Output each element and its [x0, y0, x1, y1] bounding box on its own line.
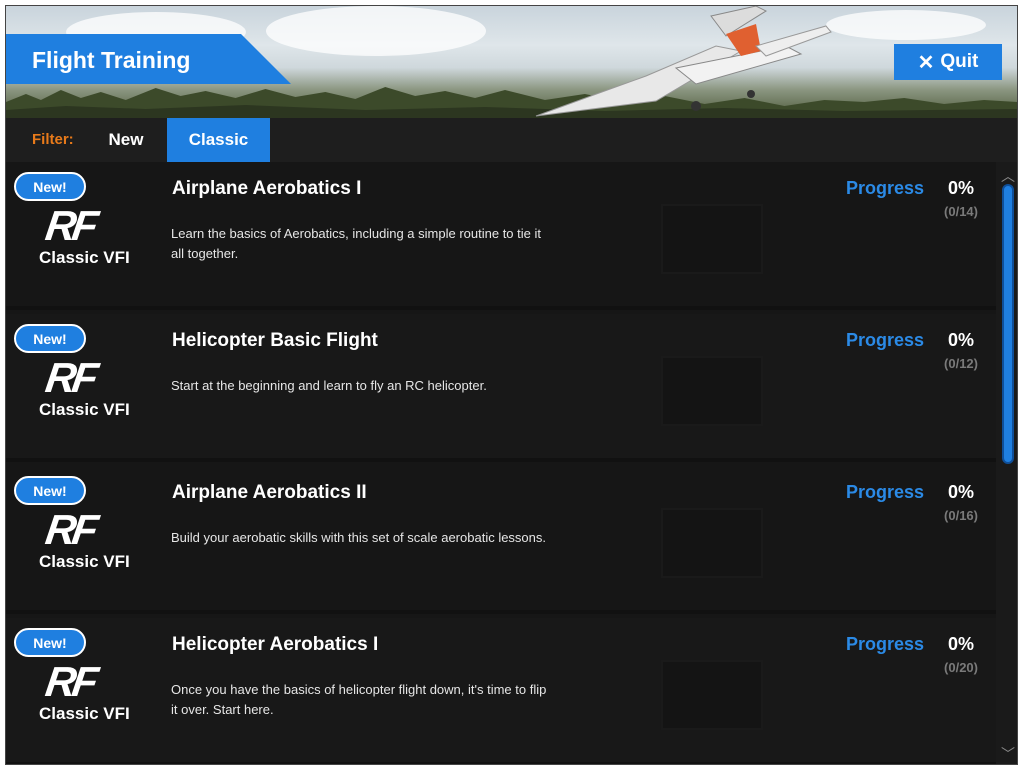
progress-count: (0/14) [944, 204, 978, 219]
chevron-up-icon[interactable]: ︿ [1001, 166, 1015, 186]
progress-label: Progress [846, 634, 925, 654]
course-description: Build your aerobatic skills with this se… [171, 530, 547, 545]
progress-count: (0/20) [944, 660, 978, 675]
new-badge: New! [14, 324, 86, 353]
course-description: Start at the beginning and learn to fly … [171, 378, 487, 393]
course-row[interactable]: New! RF Classic VFI Airplane Aerobatics … [6, 466, 996, 614]
course-list: New! RF Classic VFI Airplane Aerobatics … [6, 162, 996, 764]
progress-count: (0/12) [944, 356, 978, 371]
page-title-tab: Flight Training [6, 34, 291, 84]
filter-label: Filter: [32, 131, 74, 148]
course-description: Learn the basics of Aerobatics, includin… [171, 226, 541, 261]
course-thumbnail [661, 508, 763, 578]
quit-label: Quit [940, 51, 979, 72]
logo-subtitle: Classic VFI [39, 552, 130, 571]
airplane-image [535, 6, 832, 117]
progress-percent: 0% [948, 178, 975, 198]
tree-line-image [6, 87, 1017, 118]
progress-percent: 0% [948, 330, 975, 350]
rf-logo: RF [42, 354, 98, 401]
progress-percent: 0% [948, 634, 975, 654]
logo-subtitle: Classic VFI [39, 400, 130, 419]
course-thumbnail [661, 660, 763, 730]
progress-percent: 0% [948, 482, 975, 502]
course-title: Airplane Aerobatics I [172, 178, 362, 199]
new-badge: New! [14, 172, 86, 201]
rf-logo: RF [42, 658, 98, 705]
course-row[interactable]: New! RF Classic VFI Airplane Aerobatics … [6, 162, 996, 310]
rf-logo: RF [42, 202, 98, 249]
flight-training-window: Flight Training ✕ Quit Filter: New Class… [5, 5, 1018, 765]
logo-subtitle: Classic VFI [39, 704, 130, 723]
progress-label: Progress [846, 482, 925, 502]
chevron-down-icon[interactable]: ﹀ [1001, 744, 1015, 764]
course-row[interactable]: New! RF Classic VFI Helicopter Aerobatic… [6, 618, 996, 764]
filter-bar: Filter: New Classic [6, 118, 1017, 163]
scrollbar-thumb[interactable] [1002, 184, 1014, 464]
header-banner: Flight Training ✕ Quit [6, 6, 1017, 118]
progress-label: Progress [846, 330, 925, 350]
new-badge: New! [14, 628, 86, 657]
logo-subtitle: Classic VFI [39, 248, 130, 267]
course-thumbnail [661, 356, 763, 426]
course-title: Airplane Aerobatics II [172, 482, 367, 503]
rf-logo: RF [42, 506, 98, 553]
quit-button[interactable]: ✕ Quit [894, 44, 1002, 80]
course-title: Helicopter Basic Flight [172, 330, 378, 351]
course-thumbnail [661, 204, 763, 274]
new-badge: New! [14, 476, 86, 505]
course-title: Helicopter Aerobatics I [172, 634, 379, 655]
filter-tab-new[interactable]: New [94, 118, 158, 162]
filter-tab-classic[interactable]: Classic [167, 118, 270, 162]
page-title: Flight Training [32, 47, 191, 73]
progress-label: Progress [846, 178, 925, 198]
course-row[interactable]: New! RF Classic VFI Helicopter Basic Fli… [6, 314, 996, 462]
progress-count: (0/16) [944, 508, 978, 523]
course-description: Once you have the basics of helicopter f… [171, 682, 547, 717]
close-icon: ✕ [917, 51, 935, 74]
